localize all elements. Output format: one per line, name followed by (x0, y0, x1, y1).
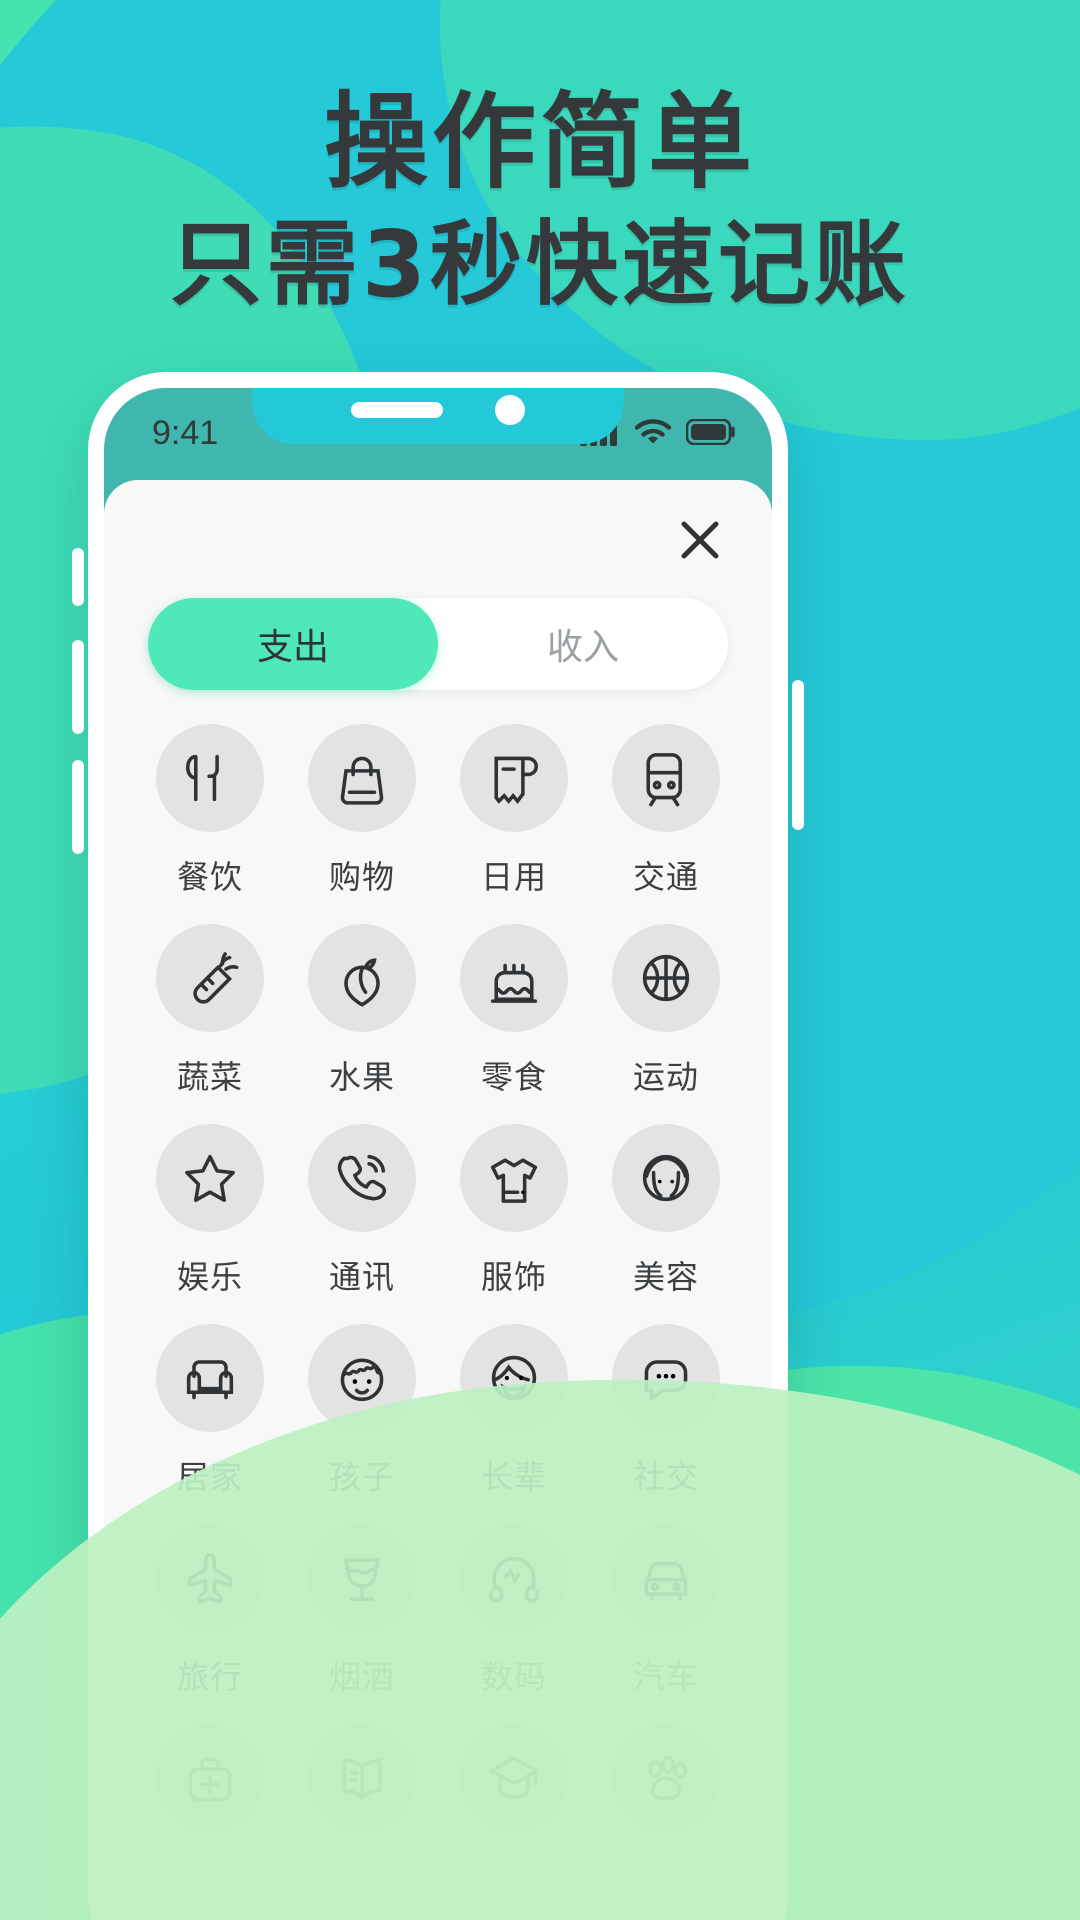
phone-mute-switch (72, 548, 84, 606)
category-item[interactable]: 水果 (286, 924, 438, 1098)
category-label: 娱乐 (176, 1259, 243, 1295)
sofa-icon (156, 1324, 264, 1432)
promo-headline: 操作简单 只需3秒快速记账 (0, 84, 1080, 321)
sheet-header (104, 480, 772, 598)
battery-full-icon (685, 418, 736, 450)
tab-income[interactable]: 收入 (438, 598, 728, 690)
notch-speaker (351, 402, 443, 418)
category-label: 蔬菜 (176, 1059, 243, 1095)
category-label: 美容 (632, 1259, 699, 1295)
category-label: 通讯 (328, 1259, 395, 1295)
receipt-icon (460, 724, 568, 832)
phone-call-icon (308, 1124, 416, 1232)
category-label: 餐饮 (176, 859, 243, 895)
phone-volume-up-button (72, 640, 84, 734)
category-label: 水果 (328, 1059, 395, 1095)
tshirt-icon (460, 1124, 568, 1232)
category-item[interactable]: 日用 (438, 724, 590, 898)
phone-volume-down-button (72, 760, 84, 854)
category-item[interactable]: 通讯 (286, 1124, 438, 1298)
carrot-icon (156, 924, 264, 1032)
tab-expense[interactable]: 支出 (148, 598, 438, 690)
headline-line-1: 操作简单 (323, 81, 756, 203)
woman-face-icon (612, 1124, 720, 1232)
category-label: 日用 (480, 859, 547, 895)
category-item[interactable]: 运动 (590, 924, 742, 1098)
category-label: 购物 (328, 859, 395, 895)
category-label: 零食 (480, 1059, 547, 1095)
cutlery-icon (156, 724, 264, 832)
star-icon (156, 1124, 264, 1232)
category-item[interactable]: 娱乐 (134, 1124, 286, 1298)
basketball-icon (612, 924, 720, 1032)
phone-notch (252, 388, 624, 444)
category-item[interactable]: 购物 (286, 724, 438, 898)
category-item[interactable]: 交通 (590, 724, 742, 898)
category-item[interactable]: 餐饮 (134, 724, 286, 898)
notch-camera (495, 395, 525, 425)
cake-icon (460, 924, 568, 1032)
shopping-bag-icon (308, 724, 416, 832)
peach-icon (308, 924, 416, 1032)
phone-power-button (792, 680, 804, 830)
category-label: 交通 (632, 859, 699, 895)
headline-line-2: 只需3秒快速记账 (169, 211, 910, 319)
category-item[interactable]: 零食 (438, 924, 590, 1098)
category-item[interactable]: 美容 (590, 1124, 742, 1298)
promo-screenshot: 操作简单 只需3秒快速记账 9:41 支出 收入 餐饮 购物 日用 交通 蔬菜 … (0, 0, 1080, 1920)
train-icon (612, 724, 720, 832)
category-label: 服饰 (480, 1259, 547, 1295)
status-bar-time: 9:41 (152, 414, 219, 452)
type-tab-switcher[interactable]: 支出 收入 (148, 598, 728, 690)
category-label: 运动 (632, 1059, 699, 1095)
category-item[interactable]: 蔬菜 (134, 924, 286, 1098)
wifi-icon (634, 418, 672, 451)
close-icon[interactable] (674, 514, 726, 566)
category-item[interactable]: 服饰 (438, 1124, 590, 1298)
